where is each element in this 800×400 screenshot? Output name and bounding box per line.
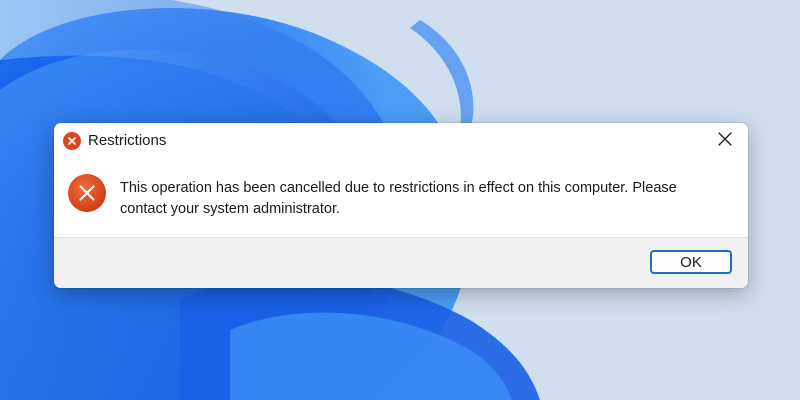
close-icon bbox=[718, 131, 732, 151]
ok-button[interactable]: OK bbox=[650, 250, 732, 274]
dialog-message: This operation has been cancelled due to… bbox=[120, 180, 677, 217]
error-icon bbox=[63, 132, 81, 150]
restrictions-dialog: Restrictions This operation has been can… bbox=[54, 123, 748, 288]
dialog-titlebar[interactable]: Restrictions bbox=[54, 123, 748, 159]
close-button[interactable] bbox=[702, 123, 748, 159]
desktop: Restrictions This operation has been can… bbox=[0, 0, 800, 400]
dialog-title: Restrictions bbox=[88, 132, 167, 149]
dialog-content: This operation has been cancelled due to… bbox=[54, 159, 748, 237]
dialog-footer: OK bbox=[54, 237, 748, 288]
error-icon bbox=[67, 173, 107, 213]
